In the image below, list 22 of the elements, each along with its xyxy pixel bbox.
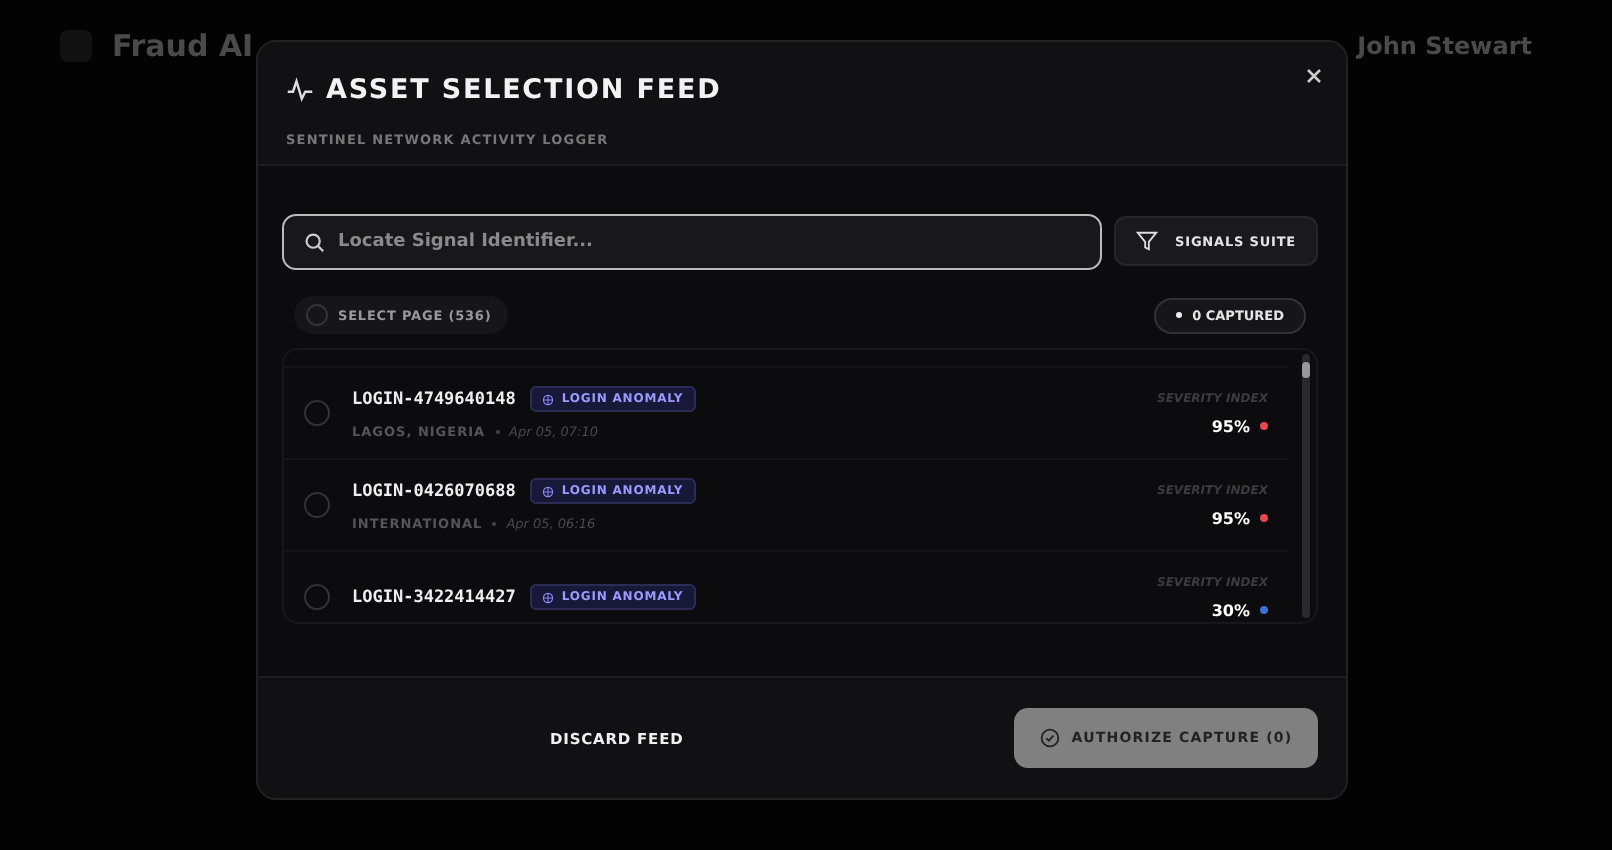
close-icon[interactable] [1304, 66, 1324, 86]
user-name: John Stewart [1357, 32, 1532, 60]
severity-value: 95% [1211, 417, 1250, 435]
select-page-checkbox[interactable] [306, 304, 328, 326]
check-circle-icon [1039, 728, 1060, 748]
signal-id: LOGIN-3422414427 [352, 587, 516, 607]
severity-value: 95% [1211, 509, 1250, 527]
search-icon [304, 232, 326, 254]
row-checkbox[interactable] [304, 492, 330, 518]
globe-icon [541, 485, 554, 497]
pulse-icon [286, 76, 314, 104]
severity-value: 30% [1211, 601, 1250, 619]
filter-icon [1135, 230, 1158, 252]
signal-id: LOGIN-4749640148 [352, 389, 516, 409]
search-field[interactable]: Locate Signal Identifier... [282, 214, 1102, 270]
globe-icon [541, 393, 554, 405]
modal-title: ASSET SELECTION FEED [326, 74, 722, 106]
globe-icon [541, 591, 554, 603]
row-checkbox[interactable] [304, 400, 330, 426]
row-checkbox[interactable] [304, 584, 330, 610]
signal-id: LOGIN-0426070688 [352, 481, 516, 501]
app-name: Fraud AI [112, 28, 254, 64]
